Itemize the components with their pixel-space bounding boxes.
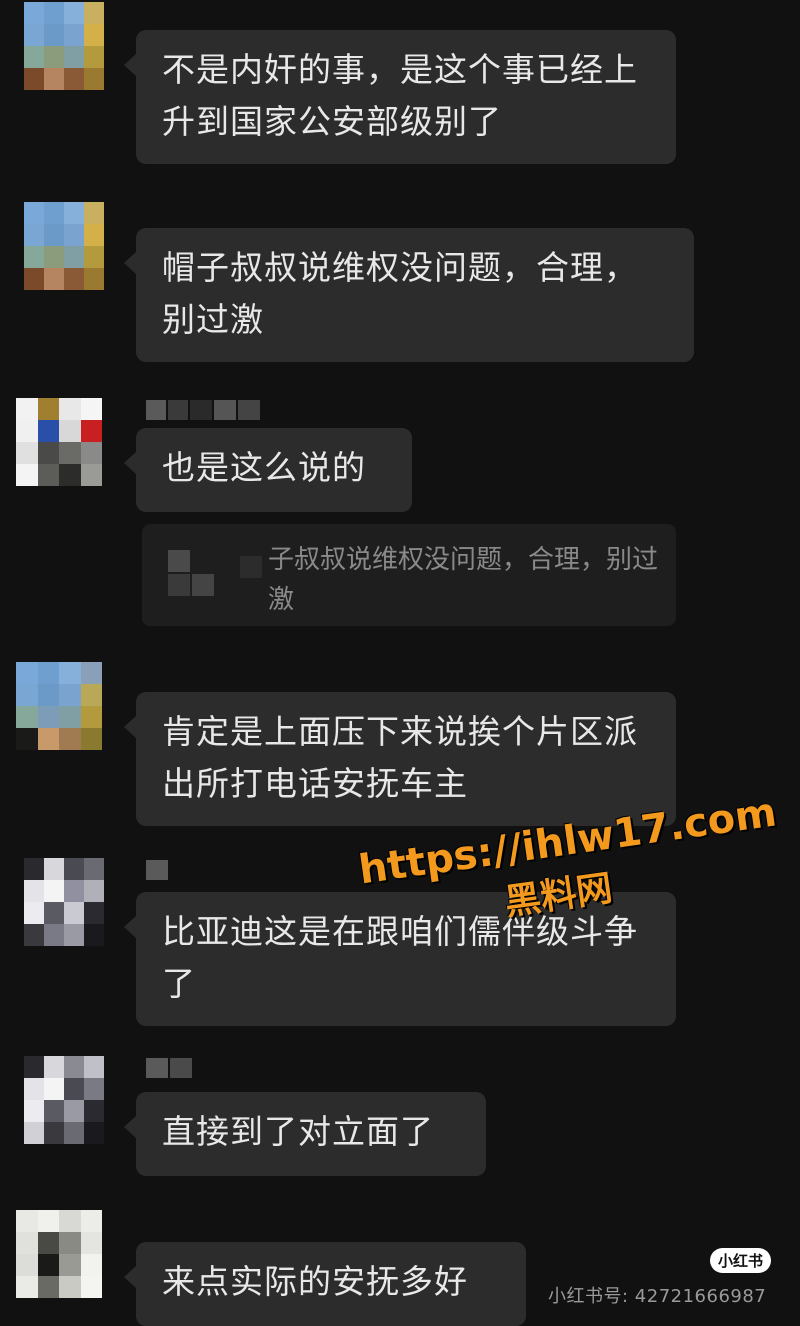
avatar[interactable] <box>16 662 102 750</box>
message-bubble[interactable]: 肯定是上面压下来说挨个片区派出所打电话安抚车主 <box>124 692 676 826</box>
avatar[interactable] <box>24 2 104 90</box>
sender-name <box>146 1058 192 1078</box>
quoted-sender-avatar <box>240 556 262 578</box>
avatar[interactable] <box>24 1056 104 1144</box>
message-text: 帽子叔叔说维权没问题，合理，别过激 <box>162 248 638 339</box>
quoted-message[interactable]: 子叔叔说维权没问题，合理，别过激 <box>142 524 676 626</box>
quoted-sender-avatar <box>168 574 190 596</box>
message-text: 也是这么说的 <box>162 448 366 487</box>
avatar[interactable] <box>24 202 104 290</box>
avatar[interactable] <box>24 858 104 946</box>
message-bubble[interactable]: 不是内奸的事，是这个事已经上升到国家公安部级别了 <box>124 30 676 164</box>
message-bubble[interactable]: 帽子叔叔说维权没问题，合理，别过激 <box>124 228 694 362</box>
message-text: 肯定是上面压下来说挨个片区派出所打电话安抚车主 <box>162 712 638 803</box>
avatar[interactable] <box>16 1210 102 1298</box>
quoted-text: 子叔叔说维权没问题，合理，别过激 <box>268 545 659 615</box>
message-bubble[interactable]: 来点实际的安抚多好 <box>124 1242 526 1326</box>
quoted-sender-avatar <box>168 550 190 572</box>
message-text: 直接到了对立面了 <box>162 1112 434 1151</box>
sender-name <box>146 400 260 420</box>
quoted-sender-avatar <box>192 574 214 596</box>
sender-name <box>146 860 168 880</box>
message-text: 不是内奸的事，是这个事已经上升到国家公安部级别了 <box>162 50 638 141</box>
xiaohongshu-user-id: 小红书号: 42721666987 <box>548 1286 767 1307</box>
message-bubble[interactable]: 也是这么说的 <box>124 428 412 512</box>
xiaohongshu-logo: 小红书 <box>710 1248 772 1273</box>
avatar[interactable] <box>16 398 102 486</box>
message-text: 来点实际的安抚多好 <box>162 1262 468 1301</box>
message-bubble[interactable]: 直接到了对立面了 <box>124 1092 486 1176</box>
